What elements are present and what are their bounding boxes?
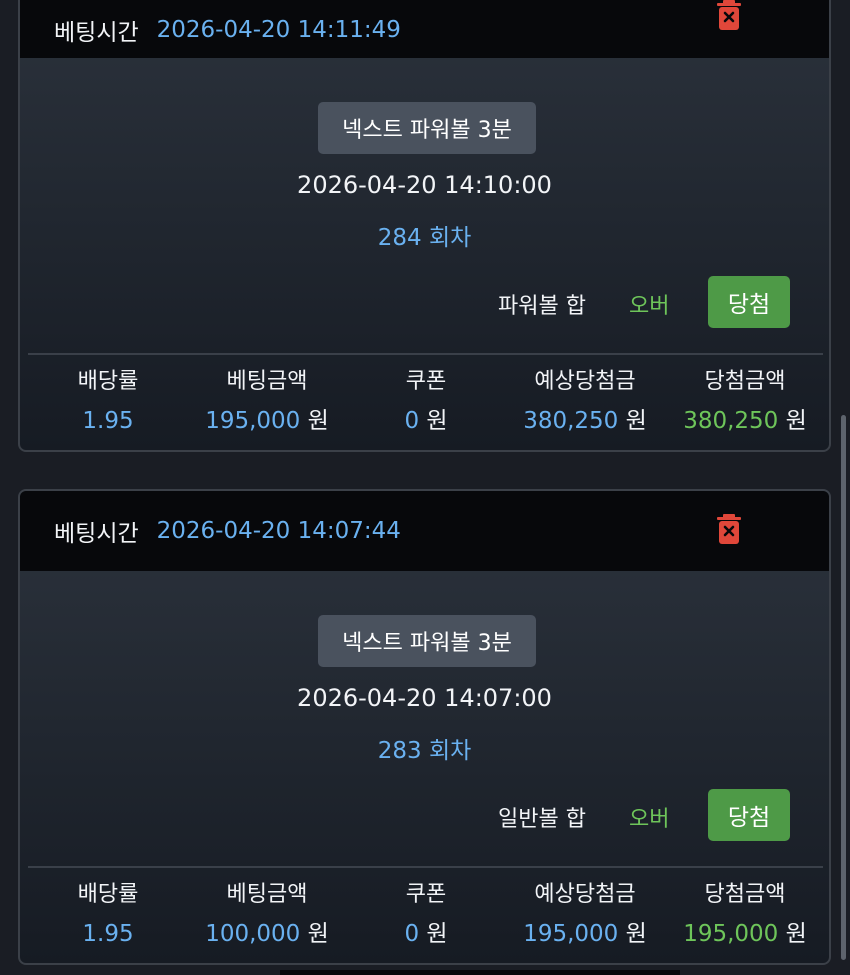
stat-unit: 원 [625, 408, 647, 434]
stat-number: 0 [404, 408, 420, 434]
stat-number: 195,000 [523, 921, 619, 947]
pick-value: 오버 [629, 807, 670, 832]
stat-unit: 원 [785, 921, 807, 947]
bottom-bar [280, 970, 680, 975]
bet-card-header: 베팅시간 2026-04-20 14:07:44 [20, 491, 829, 571]
stat-unit: 원 [785, 408, 807, 434]
divider [28, 353, 823, 355]
bet-time: 2026-04-20 14:11:49 [156, 17, 401, 43]
trash-icon[interactable] [716, 0, 742, 30]
bet-card: 베팅시간 2026-04-20 14:11:49 넥스트 파워볼 3분 2026… [18, 0, 831, 452]
stat-label: 당첨금액 [704, 369, 786, 394]
pick-label: 일반볼 합 [498, 807, 586, 832]
pick-label: 파워볼 합 [498, 294, 586, 319]
stat-value: 1.95 [23, 914, 193, 954]
stat-value: 195,000 원 [182, 401, 352, 441]
stat-unit: 원 [426, 921, 448, 947]
stat-value: 100,000 원 [182, 914, 352, 954]
stat-label: 베팅금액 [226, 882, 308, 907]
stat-value: 380,250 원 [660, 401, 829, 441]
stat-value: 380,250 원 [500, 401, 670, 441]
stat-unit: 원 [307, 921, 329, 947]
game-name-badge: 넥스트 파워볼 3분 [318, 615, 536, 667]
stat-value: 195,000 원 [500, 914, 670, 954]
stat-coupon: 쿠폰 0 원 [341, 363, 511, 441]
bet-card-header: 베팅시간 2026-04-20 14:11:49 [20, 0, 829, 58]
bet-time: 2026-04-20 14:07:44 [156, 518, 401, 544]
divider [28, 866, 823, 868]
stat-number: 195,000 [205, 408, 301, 434]
round-number: 284 회차 [377, 225, 472, 251]
stat-label: 배당률 [77, 882, 139, 907]
stat-value: 0 원 [341, 914, 511, 954]
result-badge: 당첨 [708, 789, 790, 841]
stat-label: 예상당첨금 [534, 882, 636, 907]
draw-time: 2026-04-20 14:10:00 [297, 171, 552, 199]
round-number: 283 회차 [377, 738, 472, 764]
stat-label: 예상당첨금 [534, 369, 636, 394]
pick-value: 오버 [629, 294, 670, 319]
stat-label: 당첨금액 [704, 882, 786, 907]
stat-number: 380,250 [523, 408, 619, 434]
trash-icon[interactable] [716, 514, 742, 544]
stat-win-amount: 당첨금액 380,250 원 [660, 363, 829, 441]
stat-unit: 원 [307, 408, 329, 434]
bet-time-label: 베팅시간 [54, 20, 139, 46]
stat-number: 100,000 [205, 921, 301, 947]
stat-number: 1.95 [82, 408, 134, 434]
stat-win-amount: 당첨금액 195,000 원 [660, 876, 829, 954]
stat-expected-win: 예상당첨금 195,000 원 [500, 876, 670, 954]
bet-time-label: 베팅시간 [54, 521, 139, 547]
stat-value: 0 원 [341, 401, 511, 441]
stat-odds: 배당률 1.95 [23, 876, 193, 954]
pick-row: 일반볼 합 오버 당첨 [20, 789, 829, 841]
stat-number: 380,250 [683, 408, 779, 434]
stat-number: 0 [404, 921, 420, 947]
stat-number: 1.95 [82, 921, 134, 947]
stat-coupon: 쿠폰 0 원 [341, 876, 511, 954]
stat-number: 195,000 [683, 921, 779, 947]
stat-label: 쿠폰 [405, 369, 447, 394]
stat-label: 베팅금액 [226, 369, 308, 394]
scrollbar[interactable] [841, 415, 846, 960]
game-name-badge: 넥스트 파워볼 3분 [318, 102, 536, 154]
stat-odds: 배당률 1.95 [23, 363, 193, 441]
stat-value: 195,000 원 [660, 914, 829, 954]
stat-label: 배당률 [77, 369, 139, 394]
draw-time: 2026-04-20 14:07:00 [297, 684, 552, 712]
stat-label: 쿠폰 [405, 882, 447, 907]
stat-expected-win: 예상당첨금 380,250 원 [500, 363, 670, 441]
stats-row: 배당률 1.95 베팅금액 195,000 원 쿠폰 0 원 예상당첨금 380… [20, 363, 829, 443]
stat-bet-amount: 베팅금액 100,000 원 [182, 876, 352, 954]
pick-row: 파워볼 합 오버 당첨 [20, 276, 829, 328]
stats-row: 배당률 1.95 베팅금액 100,000 원 쿠폰 0 원 예상당첨금 195… [20, 876, 829, 956]
stat-value: 1.95 [23, 401, 193, 441]
result-badge: 당첨 [708, 276, 790, 328]
stat-bet-amount: 베팅금액 195,000 원 [182, 363, 352, 441]
bet-card: 베팅시간 2026-04-20 14:07:44 넥스트 파워볼 3분 2026… [18, 489, 831, 965]
stat-unit: 원 [426, 408, 448, 434]
stat-unit: 원 [625, 921, 647, 947]
